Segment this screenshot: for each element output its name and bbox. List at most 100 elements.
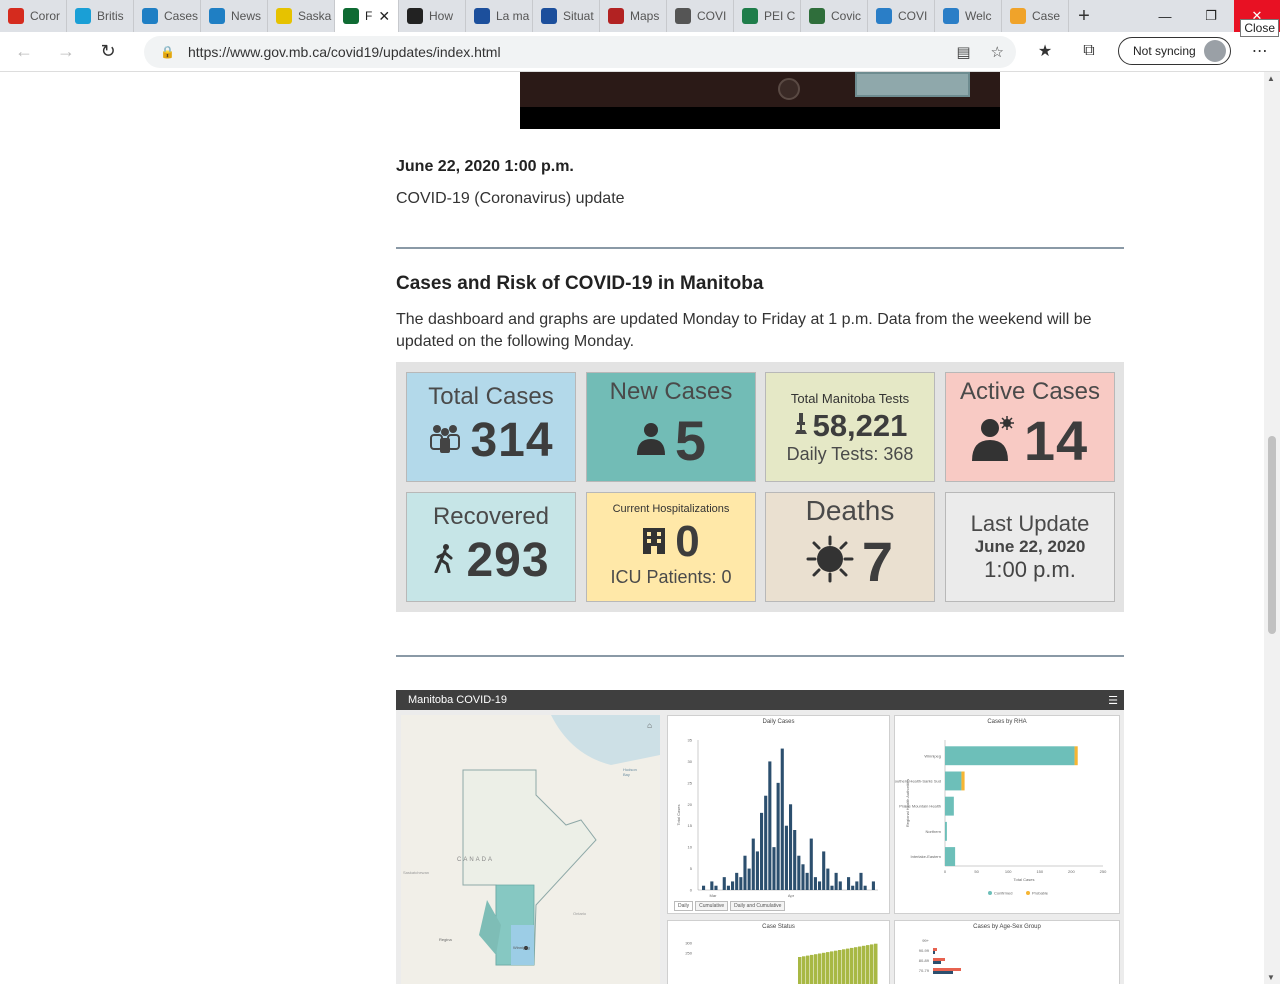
browser-tab[interactable]: La ma (466, 0, 533, 32)
walking-person-icon (432, 543, 458, 578)
new-tab-button[interactable]: + (1069, 0, 1099, 32)
age-sex-panel: Cases by Age-Sex Group 99+ 90-99 80-89 70-7… (894, 920, 1120, 984)
bar (802, 956, 806, 984)
bar (768, 761, 772, 890)
scroll-up-icon[interactable]: ▲ (1267, 74, 1275, 83)
page-scrollbar[interactable]: ▲ ▼ (1264, 72, 1280, 984)
bar (945, 796, 954, 816)
browser-tab[interactable]: Britis (67, 0, 134, 32)
deaths-card: Deaths 7 (765, 492, 935, 602)
map-label-regina: Regina (439, 937, 452, 942)
tab-daily[interactable]: Daily (674, 901, 694, 911)
refresh-button[interactable]: ↻ (90, 34, 126, 70)
browser-tab[interactable]: Cases (134, 0, 201, 32)
daily-cases-panel: Daily Cases 0 5 10 15 20 25 30 35 Total Cases Mar… (667, 715, 890, 914)
browser-tab[interactable]: Saska (268, 0, 335, 32)
browser-tab[interactable]: F ✕ (335, 0, 399, 32)
bar (739, 877, 743, 890)
embedded-dashboard[interactable]: Manitoba COVID-19 ☰ CANADA Hudson Bay Re… (396, 690, 1124, 984)
back-button[interactable]: ← (6, 34, 42, 70)
more-menu-icon[interactable]: ⋯ (1245, 36, 1275, 66)
person-virus-icon (971, 415, 1016, 466)
browser-tab[interactable]: Covic (801, 0, 868, 32)
maximize-button[interactable]: ❐ (1188, 0, 1234, 32)
cases-by-rha-chart: 0 50 100 150 200 250Total CasesRegional Healt… (895, 740, 1107, 896)
age-group-label: 99+ (922, 938, 929, 943)
browser-tab[interactable]: How (399, 0, 466, 32)
category-label: Southern Health-Santé Sud (895, 778, 941, 783)
section-paragraph: The dashboard and graphs are updated Mon… (396, 311, 1092, 350)
address-bar[interactable]: 🔒 https://www.gov.mb.ca/covid19/updates/… (144, 36, 1016, 68)
browser-tab[interactable]: Coror (0, 0, 67, 32)
card-label: Current Hospitalizations (612, 503, 730, 515)
minimize-button[interactable]: — (1142, 0, 1188, 32)
divider (396, 247, 1124, 249)
tab-cumulative[interactable]: Cumulative (695, 901, 729, 911)
age-group-label: 90-99 (919, 948, 930, 953)
bar (822, 952, 826, 984)
tab-label: Maps (630, 9, 660, 23)
y-tick-label: 300 (685, 941, 692, 946)
favorites-icon[interactable]: ★ (1030, 36, 1060, 66)
video-player[interactable] (520, 72, 1000, 129)
favorite-star-icon[interactable]: ☆ (991, 43, 1004, 61)
maple-leaf-icon (8, 8, 24, 24)
profile-sync-button[interactable]: Not syncing (1118, 37, 1231, 65)
bar (731, 881, 735, 890)
bar (847, 877, 851, 890)
tab-daily-cumulative[interactable]: Daily and Cumulative (730, 901, 786, 911)
card-label: Deaths (805, 495, 895, 526)
browser-tab[interactable]: News (201, 0, 268, 32)
browser-tab[interactable]: Welc (935, 0, 1002, 32)
scroll-down-icon[interactable]: ▼ (1267, 973, 1275, 982)
close-tab-icon[interactable]: ✕ (378, 8, 390, 25)
bar (871, 881, 875, 890)
age-group-label: 80-89 (919, 958, 930, 963)
bar (751, 838, 755, 890)
x-tick-label: Apr (788, 893, 795, 898)
bc-icon (75, 8, 91, 24)
bar (834, 872, 838, 890)
browser-tab[interactable]: COVI (667, 0, 734, 32)
tab-strip: Coror Britis Cases News Saska F ✕ How La ma Situa… (0, 0, 1280, 32)
url-text[interactable]: https://www.gov.mb.ca/covid19/updates/in… (188, 44, 501, 60)
tab-label: COVI (898, 9, 928, 23)
video-controls-bar[interactable] (520, 107, 1000, 129)
home-icon[interactable]: ⌂ (647, 721, 652, 730)
ab-icon (142, 8, 158, 24)
age-group-label: 70-79 (919, 968, 930, 973)
microscope-icon (793, 412, 809, 441)
bar (945, 821, 947, 841)
browser-tab[interactable]: Case (1002, 0, 1069, 32)
new-cases-value: 5 (674, 409, 708, 472)
legend-swatch (1026, 891, 1030, 895)
bar (842, 949, 846, 984)
x-tick-label: 0 (944, 869, 947, 874)
tab-label: Britis (97, 9, 124, 23)
bar (933, 971, 953, 974)
bar (855, 881, 859, 890)
update-subtitle: COVID-19 (Coronavirus) update (396, 190, 625, 207)
bar (945, 771, 962, 791)
bar (870, 944, 874, 984)
hamburger-menu-icon[interactable]: ☰ (1108, 694, 1118, 707)
read-aloud-icon[interactable]: ▤ (956, 43, 970, 61)
browser-tab[interactable]: Maps (600, 0, 667, 32)
browser-tab[interactable]: PEI C (734, 0, 801, 32)
mb-icon (343, 8, 359, 24)
browser-tab[interactable]: Situat (533, 0, 600, 32)
scrollbar-thumb[interactable] (1268, 436, 1276, 634)
forward-button[interactable]: → (48, 34, 84, 70)
people-icon (428, 423, 462, 458)
bar (818, 953, 822, 984)
manitoba-map[interactable]: CANADA Hudson Bay Regina Winnipeg Saskat… (401, 715, 660, 984)
x-tick-label: 250 (1100, 869, 1107, 874)
bar (710, 881, 714, 890)
bar (858, 946, 862, 984)
tab-label: Cases (164, 9, 199, 23)
browser-tab[interactable]: COVI (868, 0, 935, 32)
panel-title: Cases by RHA (987, 719, 1027, 725)
pei-icon (742, 8, 758, 24)
map-label-canada: CANADA (457, 857, 495, 863)
collections-icon[interactable]: ⧉ (1074, 36, 1104, 66)
